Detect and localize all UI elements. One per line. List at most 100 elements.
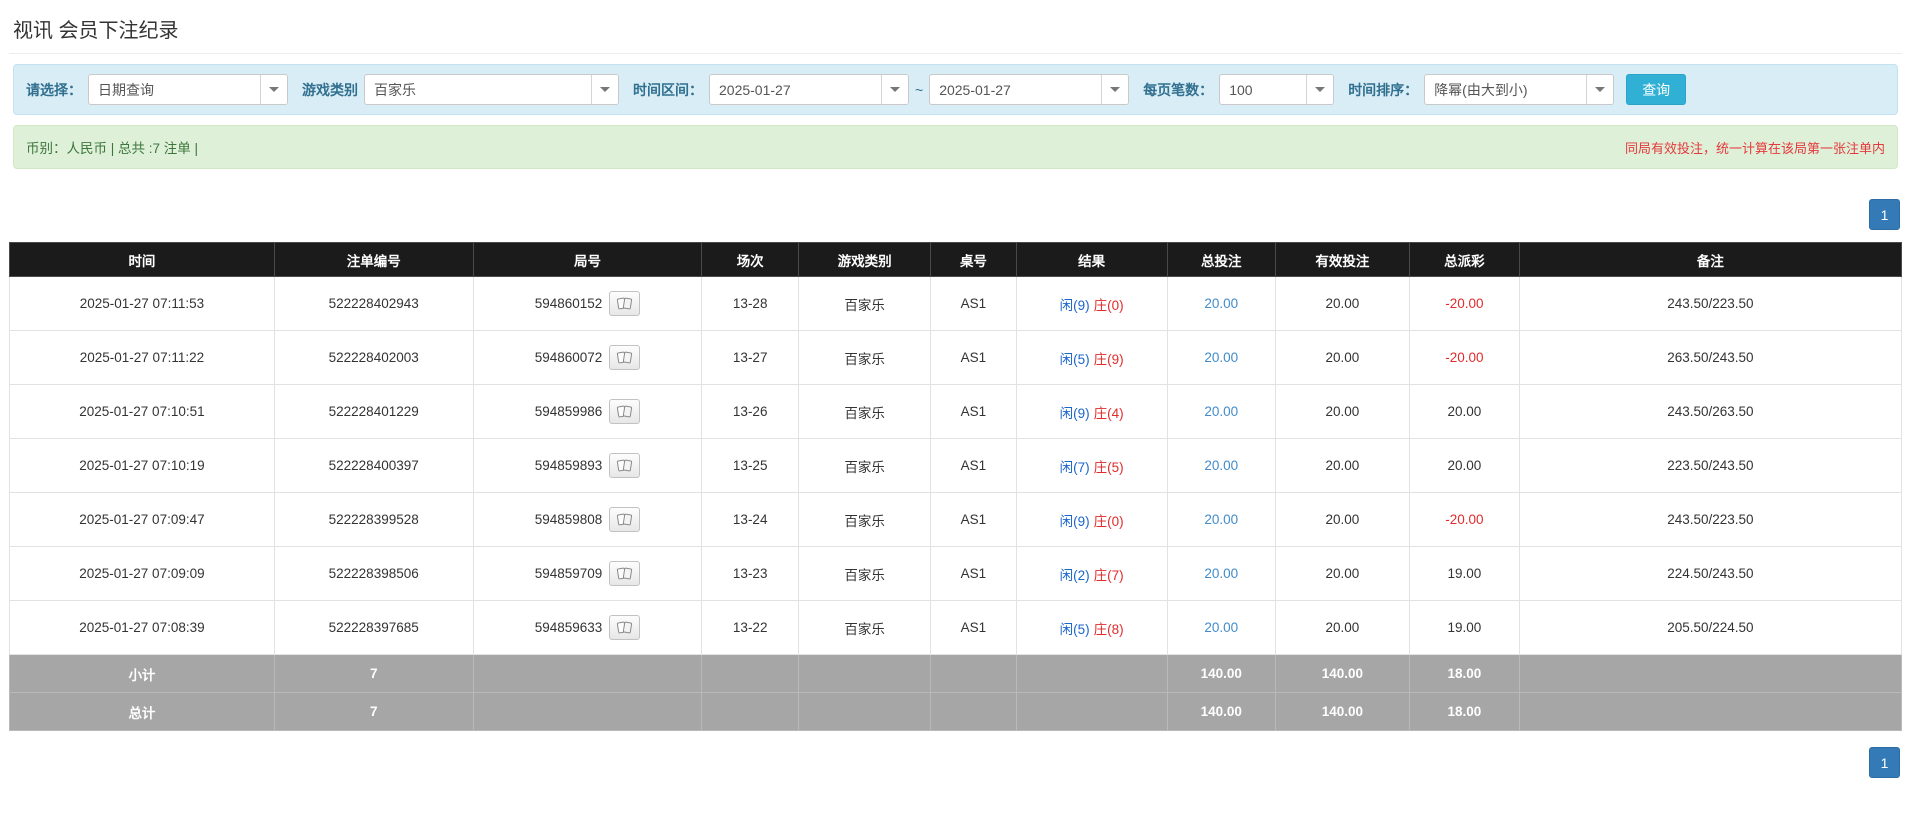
cell-round-id: 594859986	[472, 384, 703, 439]
date-to-select[interactable]	[929, 74, 1130, 105]
time-sort-select[interactable]	[1424, 74, 1615, 105]
chevron-down-icon	[600, 87, 610, 92]
date-from-input[interactable]	[710, 75, 881, 104]
cell-remark: 263.50/243.50	[1518, 330, 1903, 385]
chevron-down-icon	[1110, 87, 1121, 92]
view-cards-button[interactable]	[609, 453, 641, 478]
result-player: 闲(7)	[1059, 459, 1090, 475]
cards-icon	[617, 459, 633, 472]
col-table: 桌号	[930, 242, 1017, 277]
page-header: 视讯 会员下注纪录	[9, 0, 1902, 54]
cell-valid-bet: 20.00	[1274, 276, 1411, 331]
cell-payout: 19.00	[1409, 546, 1520, 601]
cell-round-id: 594859633	[472, 600, 703, 655]
game-type-input[interactable]	[365, 75, 591, 104]
query-type-caret-button[interactable]	[260, 75, 287, 104]
cell-session: 13-23	[701, 546, 799, 601]
cell-bet-id: 522228402943	[273, 276, 474, 331]
result-player: 闲(5)	[1059, 621, 1090, 637]
summary-currency-count: 币别：人民币 | 总共 :7 注单 |	[26, 141, 199, 156]
page: 视讯 会员下注纪录 请选择： 游戏类别 时间区间： ~ 每页笔数： 时间排序：	[0, 0, 1911, 798]
cell-total-bet: 20.00	[1166, 384, 1276, 439]
page-size-select[interactable]	[1219, 74, 1335, 105]
game-type-select[interactable]	[364, 74, 619, 105]
date-from-select[interactable]	[709, 74, 909, 105]
chevron-down-icon	[1595, 87, 1606, 92]
date-from-caret-button[interactable]	[881, 75, 908, 104]
cell-game-type: 百家乐	[797, 492, 932, 547]
cell-result: 闲(7) 庄(5)	[1015, 438, 1168, 493]
cell-game-type: 百家乐	[797, 438, 932, 493]
cell-session: 13-28	[701, 276, 799, 331]
view-cards-button[interactable]	[609, 345, 641, 370]
cards-icon	[617, 351, 633, 364]
total-bet-link[interactable]: 20.00	[1204, 512, 1238, 527]
search-button[interactable]: 查询	[1626, 74, 1687, 105]
view-cards-button[interactable]	[609, 561, 641, 586]
total-bet-link[interactable]: 20.00	[1204, 620, 1238, 635]
cell-payout: -20.00	[1409, 330, 1520, 385]
total-total-bet: 140.00	[1166, 692, 1276, 731]
view-cards-button[interactable]	[609, 615, 641, 640]
cell-table: AS1	[930, 600, 1017, 655]
cell-result: 闲(2) 庄(7)	[1015, 546, 1168, 601]
cell-total-bet: 20.00	[1166, 546, 1276, 601]
page-size-input[interactable]	[1220, 75, 1307, 104]
page-size-caret-button[interactable]	[1306, 75, 1334, 104]
view-cards-button[interactable]	[609, 291, 641, 316]
cell-remark: 243.50/223.50	[1518, 276, 1903, 331]
cell-valid-bet: 20.00	[1274, 546, 1411, 601]
result-player: 闲(2)	[1059, 567, 1090, 583]
empty-cell	[1015, 692, 1168, 731]
subtotal-row: 小计 7 140.00 140.00 18.00	[9, 654, 1903, 693]
view-cards-button[interactable]	[609, 507, 641, 532]
page-button-1[interactable]: 1	[1869, 199, 1900, 230]
cell-time: 2025-01-27 07:09:09	[9, 546, 275, 601]
empty-cell	[472, 692, 703, 731]
cards-icon	[617, 621, 633, 634]
cell-bet-id: 522228402003	[273, 330, 474, 385]
cell-time: 2025-01-27 07:11:53	[9, 276, 275, 331]
cell-time: 2025-01-27 07:10:19	[9, 438, 275, 493]
total-label: 总计	[9, 692, 275, 731]
page-title: 视讯 会员下注纪录	[13, 20, 179, 42]
page-button-1[interactable]: 1	[1869, 747, 1900, 778]
cell-total-bet: 20.00	[1166, 276, 1276, 331]
cell-session: 13-26	[701, 384, 799, 439]
round-id: 594860152	[534, 296, 603, 311]
chevron-down-icon	[1315, 87, 1326, 92]
chevron-down-icon	[890, 87, 900, 92]
result-banker: 庄(9)	[1093, 351, 1124, 367]
subtotal-payout: 18.00	[1409, 654, 1520, 693]
table-header-row: 时间 注单编号 局号 场次 游戏类别 桌号 结果 总投注 有效投注 总派彩 备注	[9, 242, 1903, 277]
time-sort-caret-button[interactable]	[1586, 75, 1614, 104]
pagination-top: 1	[11, 199, 1900, 230]
game-type-caret-button[interactable]	[591, 75, 618, 104]
cell-time: 2025-01-27 07:11:22	[9, 330, 275, 385]
total-bet-link[interactable]: 20.00	[1204, 296, 1238, 311]
query-type-select[interactable]	[88, 74, 288, 105]
cell-remark: 224.50/243.50	[1518, 546, 1903, 601]
empty-cell	[701, 692, 799, 731]
col-total-bet: 总投注	[1166, 242, 1276, 277]
total-bet-link[interactable]: 20.00	[1204, 404, 1238, 419]
cell-result: 闲(9) 庄(0)	[1015, 492, 1168, 547]
query-type-input[interactable]	[89, 75, 260, 104]
empty-cell	[930, 654, 1017, 693]
page-size-label: 每页笔数：	[1143, 81, 1214, 98]
cell-table: AS1	[930, 330, 1017, 385]
result-banker: 庄(4)	[1093, 405, 1124, 421]
cell-remark: 223.50/243.50	[1518, 438, 1903, 493]
empty-cell	[472, 654, 703, 693]
time-sort-input[interactable]	[1425, 75, 1587, 104]
empty-cell	[1518, 692, 1903, 731]
cell-result: 闲(9) 庄(0)	[1015, 276, 1168, 331]
view-cards-button[interactable]	[609, 399, 641, 424]
total-bet-link[interactable]: 20.00	[1204, 458, 1238, 473]
cell-bet-id: 522228401229	[273, 384, 474, 439]
date-to-input[interactable]	[930, 75, 1102, 104]
date-to-caret-button[interactable]	[1101, 75, 1129, 104]
cell-total-bet: 20.00	[1166, 330, 1276, 385]
total-bet-link[interactable]: 20.00	[1204, 350, 1238, 365]
total-bet-link[interactable]: 20.00	[1204, 566, 1238, 581]
